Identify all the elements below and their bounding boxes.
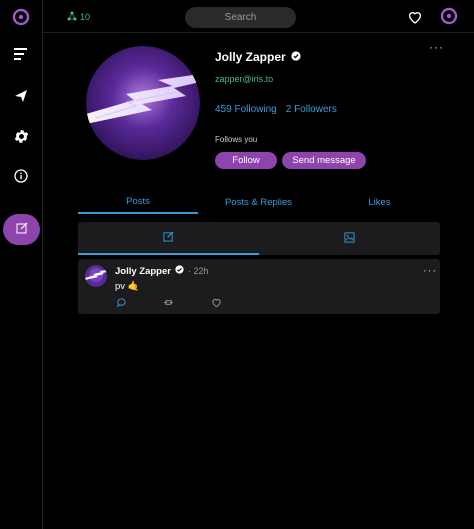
sidebar: [0, 0, 43, 529]
profile-more-button[interactable]: ···: [429, 40, 444, 54]
post-header: Jolly Zapper · 22h: [115, 265, 208, 277]
relay-status[interactable]: 10: [67, 11, 90, 23]
subtab-media[interactable]: [259, 222, 440, 255]
new-post-button[interactable]: [3, 214, 40, 245]
feed-type-tabs: [78, 222, 440, 255]
followers-count: 2: [285, 104, 292, 115]
post-actions: [115, 296, 225, 309]
repost-icon[interactable]: [162, 296, 174, 308]
profile-picture[interactable]: [86, 46, 200, 160]
iris-logo-icon[interactable]: [0, 3, 42, 31]
tab-posts-replies[interactable]: Posts & Replies: [198, 190, 319, 214]
follows-you-label: Follows you: [215, 135, 258, 144]
post-time[interactable]: · 22h: [188, 266, 209, 276]
gear-icon[interactable]: [0, 122, 42, 150]
follow-counts: 459 Following 2 Followers: [215, 104, 337, 115]
verified-icon: [291, 50, 301, 64]
post-avatar[interactable]: [85, 265, 107, 287]
heart-icon[interactable]: [407, 9, 423, 25]
menu-icon[interactable]: [0, 40, 42, 68]
info-icon[interactable]: [0, 162, 42, 190]
post-author[interactable]: Jolly Zapper: [115, 266, 171, 277]
like-icon[interactable]: [210, 296, 222, 308]
profile-tabs: Posts Posts & Replies Likes: [78, 190, 440, 214]
follow-button[interactable]: Follow: [215, 152, 277, 169]
following-count: 459: [215, 104, 232, 115]
relay-icon: [67, 11, 77, 23]
followers-label: Followers: [294, 104, 337, 115]
search-input[interactable]: [185, 7, 296, 28]
send-message-button[interactable]: Send message: [282, 152, 366, 169]
profile-name: Jolly Zapper: [215, 50, 286, 64]
profile-nip05[interactable]: zapper@iris.to: [215, 74, 273, 84]
user-avatar-icon[interactable]: [440, 7, 458, 25]
top-bar: 10: [43, 0, 474, 33]
post-more-button[interactable]: ···: [423, 265, 437, 277]
post-text: pv 🤙: [115, 281, 140, 292]
post-card[interactable]: Jolly Zapper · 22h ··· pv 🤙: [78, 259, 440, 314]
subtab-text-posts[interactable]: [78, 222, 259, 255]
followers-link[interactable]: 2 Followers: [286, 104, 337, 115]
profile-name-row: Jolly Zapper: [215, 50, 301, 64]
image-icon: [344, 231, 355, 246]
send-icon[interactable]: [0, 82, 42, 110]
relay-count: 10: [80, 12, 91, 22]
following-label: Following: [234, 104, 277, 115]
verified-icon: [175, 265, 184, 277]
tab-posts[interactable]: Posts: [78, 190, 198, 214]
reply-icon[interactable]: [115, 296, 127, 308]
following-link[interactable]: 459 Following: [215, 104, 277, 115]
tab-likes[interactable]: Likes: [319, 190, 440, 214]
new-post-icon: [16, 222, 28, 237]
edit-icon: [163, 231, 174, 245]
